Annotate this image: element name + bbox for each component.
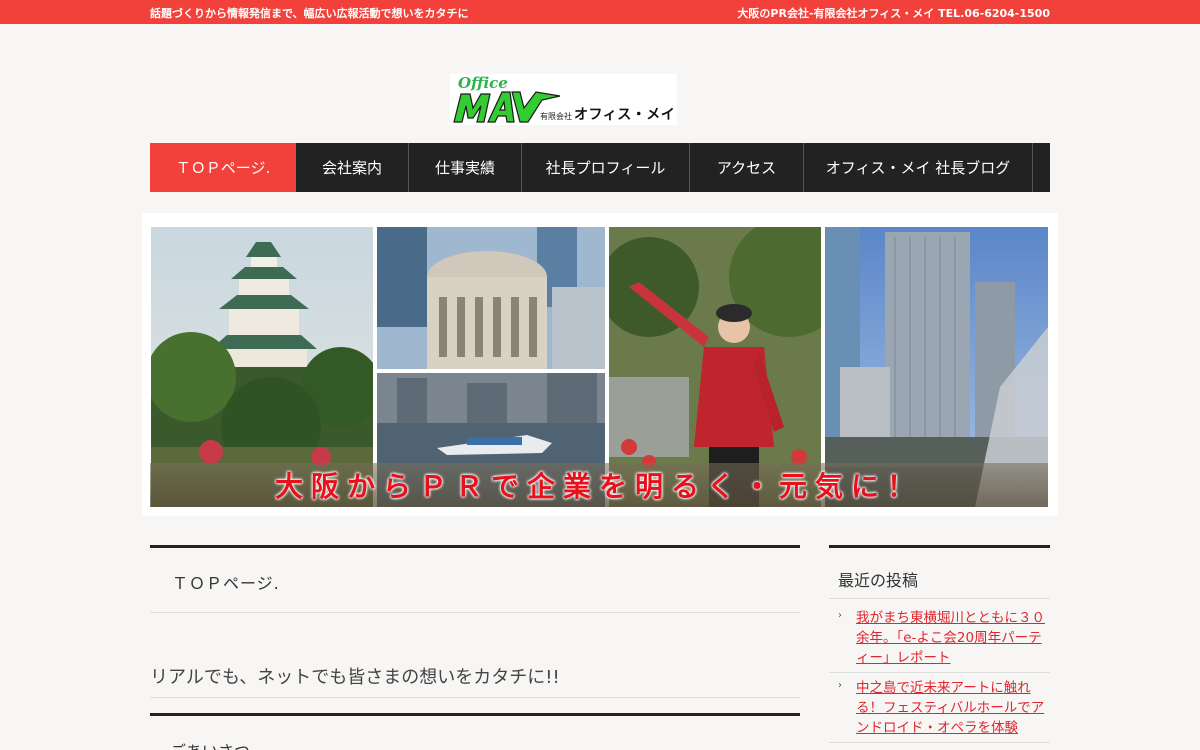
sidebar-title-divider — [829, 598, 1050, 599]
hero-banner: 大阪からＰＲで企業を明るく・元気に！ — [142, 213, 1058, 516]
chevron-right-icon: › — [838, 610, 842, 621]
chevron-right-icon: › — [838, 680, 842, 691]
hero-caption: 大阪からＰＲで企業を明るく・元気に！ — [274, 470, 923, 503]
recent-post-link[interactable]: 中之島で近未来アートに触れる！フェスティバルホールでアンドロイド・オペラを体験 — [856, 678, 1050, 738]
title-divider — [150, 612, 800, 613]
post-divider — [829, 672, 1050, 673]
nav-item-blog[interactable]: オフィス・メイ 社長ブログ — [804, 143, 1033, 192]
recent-post-item: › 中之島で近未来アートに触れる！フェスティバルホールでアンドロイド・オペラを体… — [838, 678, 1050, 738]
top-bar: 話題づくりから情報発信まで、幅広い広報活動で想いをカタチに 大阪のPR会社-有限… — [0, 0, 1200, 24]
main-top-rule — [150, 545, 800, 548]
logo-brand-name: オフィス・メイ — [574, 107, 676, 123]
nav-item-top[interactable]: ＴＯＰページ. — [150, 143, 296, 192]
main-nav: ＴＯＰページ. 会社案内 仕事実績 社長プロフィール アクセス オフィス・メイ … — [150, 143, 1050, 192]
post-divider — [829, 742, 1050, 743]
building-photo — [377, 227, 605, 369]
site-logo[interactable]: Office 有限会社 オフィス・メイ — [450, 74, 677, 125]
nav-item-company[interactable]: 会社案内 — [296, 143, 409, 192]
page-title: ＴＯＰページ. — [172, 574, 280, 593]
hero-caption-band: 大阪からＰＲで企業を明るく・元気に！ — [150, 463, 1048, 507]
recent-post-item: › 我がまち東横堀川とともに３０余年。「e-よこ会20周年パーティー」レポート — [838, 608, 1050, 668]
sidebar-top-rule — [829, 545, 1050, 548]
section-heading-greeting: ごあいさつ — [170, 738, 250, 750]
lead-divider — [150, 697, 800, 698]
tagline: 話題づくりから情報発信まで、幅広い広報活動で想いをカタチに — [150, 7, 469, 20]
recent-post-link[interactable]: 我がまち東横堀川とともに３０余年。「e-よこ会20周年パーティー」レポート — [856, 608, 1050, 668]
contact-info: 大阪のPR会社-有限会社オフィス・メイ TEL.06-6204-1500 — [737, 7, 1050, 20]
sidebar-title: 最近の投稿 — [838, 571, 919, 590]
section-top-rule — [150, 713, 800, 716]
nav-item-works[interactable]: 仕事実績 — [409, 143, 522, 192]
nav-item-profile[interactable]: 社長プロフィール — [522, 143, 690, 192]
lead-text: リアルでも、ネットでも皆さまの想いをカタチに!! — [150, 667, 560, 688]
logo-company-type: 有限会社 — [540, 112, 572, 121]
nav-item-access[interactable]: アクセス — [690, 143, 804, 192]
